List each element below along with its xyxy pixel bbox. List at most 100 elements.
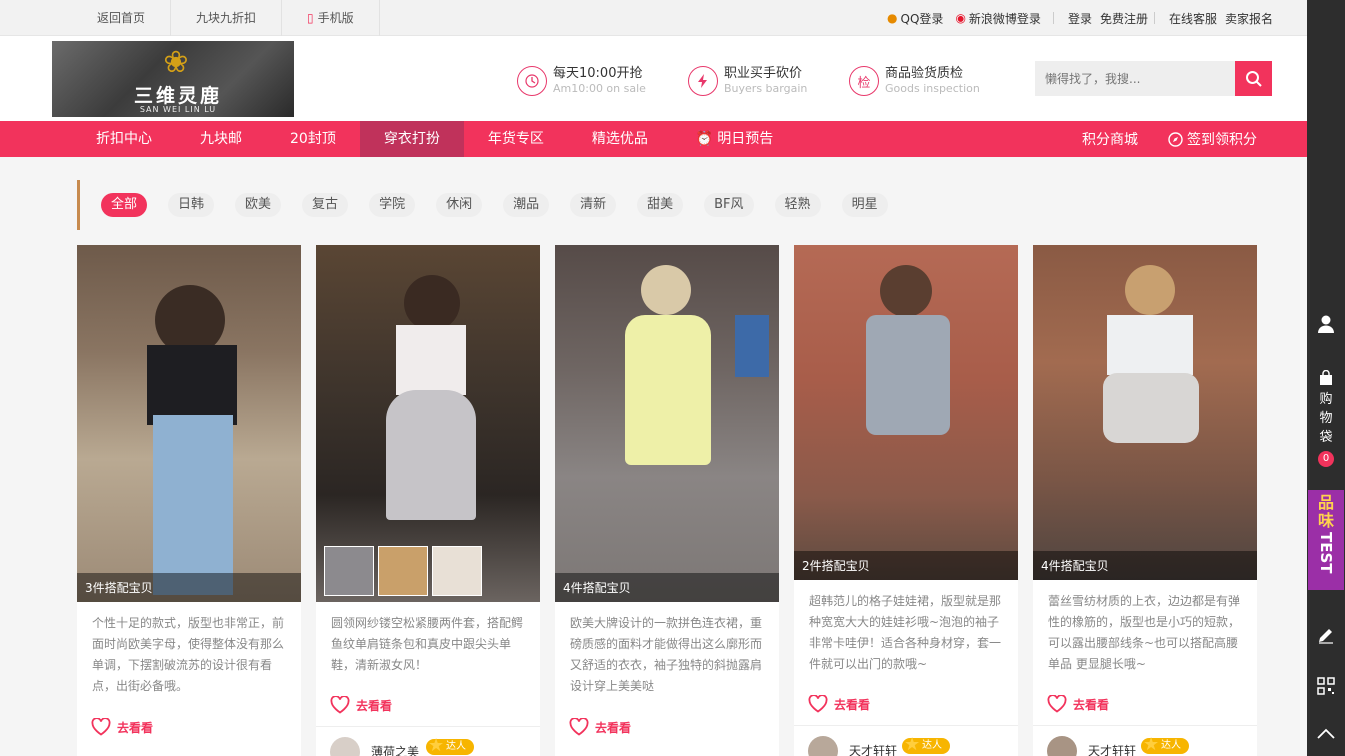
item-thumbnail[interactable] xyxy=(378,546,428,596)
filter-celebrity[interactable]: 明星 xyxy=(841,193,888,217)
heart-icon xyxy=(808,695,828,713)
divider xyxy=(1052,12,1054,24)
photo-detail xyxy=(153,415,233,595)
star-icon: ★ xyxy=(1143,734,1160,755)
qq-icon: ● xyxy=(887,11,898,25)
chevron-up-icon xyxy=(1317,728,1335,739)
feature-title: 商品验货质检 xyxy=(885,66,964,81)
outfit-photo[interactable]: 4件搭配宝贝 xyxy=(1033,245,1257,580)
filter-mature[interactable]: 轻熟 xyxy=(774,193,821,217)
logo-text: 三维灵鹿 xyxy=(133,85,222,107)
service-link[interactable]: 在线客服 xyxy=(1169,10,1217,27)
cart-count: 0 xyxy=(1318,451,1334,467)
back-to-top-button[interactable] xyxy=(1307,728,1345,740)
nav-item-selected[interactable]: 精选优品 xyxy=(568,121,672,157)
author-row: 天才轩轩 ★ 达人 xyxy=(1033,725,1257,756)
filter-bf[interactable]: BF风 xyxy=(704,193,754,217)
deer-icon: ❀ xyxy=(163,45,189,80)
filter-all[interactable]: 全部 xyxy=(101,193,148,217)
nav-item-nine-yuan[interactable]: 九块邮 xyxy=(176,121,266,157)
item-thumbnail[interactable] xyxy=(432,546,482,596)
avatar[interactable] xyxy=(808,736,838,756)
filter-korean[interactable]: 日韩 xyxy=(168,193,215,217)
nav-item-new-year[interactable]: 年货专区 xyxy=(464,121,568,157)
author-name[interactable]: 天才轩轩 xyxy=(1088,742,1136,756)
discount-link[interactable]: 九块九折扣 xyxy=(171,0,283,36)
site-logo[interactable]: ❀ 三维灵鹿 SAN WEI LIN LU xyxy=(52,41,294,117)
header: ❀ 三维灵鹿 SAN WEI LIN LU 每天10:00开抢 Am10:00 … xyxy=(0,36,1307,121)
outfit-card[interactable]: 2件搭配宝贝 超韩范儿的格子娃娃裙，版型就是那种宽宽大大的娃娃衫哦~泡泡的袖子非… xyxy=(794,245,1018,756)
feature-title: 职业买手砍价 xyxy=(724,66,803,81)
weibo-login-link[interactable]: 新浪微博登录 xyxy=(969,10,1041,27)
promo-label: 品味 xyxy=(1317,493,1334,530)
star-icon: ★ xyxy=(428,735,445,756)
avatar[interactable] xyxy=(1047,736,1077,756)
style-filter: 全部 日韩 欧美 复古 学院 休闲 潮品 清新 甜美 BF风 轻熟 明星 xyxy=(77,180,909,230)
points-mall-link[interactable]: 积分商城 xyxy=(1082,129,1138,149)
qrcode-icon xyxy=(1317,677,1335,695)
filter-western[interactable]: 欧美 xyxy=(235,193,282,217)
cart-label: 购物袋 xyxy=(1319,392,1333,445)
outfit-card[interactable]: 4件搭配宝贝 蕾丝雪纺材质的上衣，边边都是有弹性的橡筋的，版型也是小巧的短款，可… xyxy=(1033,245,1257,756)
author-name[interactable]: 天才轩轩 xyxy=(849,742,897,756)
promo-tab[interactable]: 品味 TEST xyxy=(1308,490,1344,590)
outfit-photo[interactable] xyxy=(316,245,540,602)
author-name[interactable]: 薄荷之美 xyxy=(371,743,419,756)
filter-preppy[interactable]: 学院 xyxy=(369,193,416,217)
outfit-photo[interactable]: 2件搭配宝贝 xyxy=(794,245,1018,580)
feedback-button[interactable] xyxy=(1307,626,1345,644)
outfit-card[interactable]: 3件搭配宝贝 个性十足的款式，版型也非常正，前面时尚欧美字母，使得整体没有那么单… xyxy=(77,245,301,756)
outfit-caption: 4件搭配宝贝 xyxy=(555,573,779,602)
register-link[interactable]: 免费注册 xyxy=(1100,10,1148,27)
signin-link[interactable]: 签到领积分 xyxy=(1168,129,1257,149)
feature-subtitle: Am10:00 on sale xyxy=(553,82,646,95)
outfit-description: 个性十足的款式，版型也非常正，前面时尚欧美字母，使得整体没有那么单调，下摆割破流… xyxy=(92,616,285,693)
filter-sweet[interactable]: 甜美 xyxy=(637,193,684,217)
user-button[interactable] xyxy=(1307,314,1345,334)
look-link[interactable]: 去看看 xyxy=(91,718,153,736)
star-icon: ★ xyxy=(904,734,921,755)
feature-buyers: 职业买手砍价 Buyers bargain xyxy=(688,64,807,98)
search-button[interactable] xyxy=(1235,61,1272,96)
look-link[interactable]: 去看看 xyxy=(569,718,631,736)
photo-detail xyxy=(625,315,711,465)
top-account: ● QQ登录 ◉ 新浪微博登录 登录 免费注册 在线客服 卖家报名 xyxy=(879,0,1273,36)
look-link[interactable]: 去看看 xyxy=(330,696,392,714)
mobile-link-label: 手机版 xyxy=(317,11,354,25)
photo-detail xyxy=(866,315,950,435)
nav-item-tomorrow[interactable]: ⏰ 明日预告 xyxy=(672,121,797,157)
heart-icon xyxy=(330,696,350,714)
look-link[interactable]: 去看看 xyxy=(1047,695,1109,713)
nav-item-fashion[interactable]: 穿衣打扮 xyxy=(359,121,464,157)
login-link[interactable]: 登录 xyxy=(1068,10,1092,27)
outfit-card[interactable]: 4件搭配宝贝 欧美大牌设计的一款拼色连衣裙，重磅质感的面料才能做得出这么廓形而又… xyxy=(555,245,779,756)
search-icon xyxy=(1245,70,1262,87)
look-label: 去看看 xyxy=(834,697,871,712)
expert-badge: ★ 达人 xyxy=(1141,734,1189,755)
outfit-card[interactable]: 圆领网纱镂空松紧腰两件套，搭配鳄鱼纹单肩链条包和真皮中跟尖头单鞋，清新淑女风！ … xyxy=(316,245,540,756)
nav-item-twenty-cap[interactable]: 20封顶 xyxy=(266,121,360,157)
mobile-link[interactable]: ▯ 手机版 xyxy=(282,0,380,36)
outfit-photo[interactable]: 4件搭配宝贝 xyxy=(555,245,779,602)
outfit-photo[interactable]: 3件搭配宝贝 xyxy=(77,245,301,602)
home-link[interactable]: 返回首页 xyxy=(72,0,172,36)
qrcode-button[interactable] xyxy=(1307,677,1345,695)
user-icon xyxy=(1318,315,1334,333)
qq-login-link[interactable]: QQ登录 xyxy=(901,10,944,27)
filter-fresh[interactable]: 清新 xyxy=(570,193,617,217)
avatar[interactable] xyxy=(330,737,360,756)
search-input[interactable] xyxy=(1035,61,1235,96)
seller-link[interactable]: 卖家报名 xyxy=(1225,10,1273,27)
filter-trendy[interactable]: 潮品 xyxy=(503,193,550,217)
look-link[interactable]: 去看看 xyxy=(808,695,870,713)
item-thumbnail[interactable] xyxy=(324,546,374,596)
lightning-icon xyxy=(688,66,718,96)
heart-icon xyxy=(1047,695,1067,713)
nav-item-discount-center[interactable]: 折扣中心 xyxy=(72,121,176,157)
filter-retro[interactable]: 复古 xyxy=(302,193,349,217)
alarm-icon: ⏰ xyxy=(695,131,714,147)
outfit-caption: 4件搭配宝贝 xyxy=(1033,551,1257,580)
nav-item-tomorrow-label: 明日预告 xyxy=(717,131,774,147)
filter-casual[interactable]: 休闲 xyxy=(436,193,483,217)
cart-button[interactable]: 购物袋 0 xyxy=(1307,370,1345,467)
